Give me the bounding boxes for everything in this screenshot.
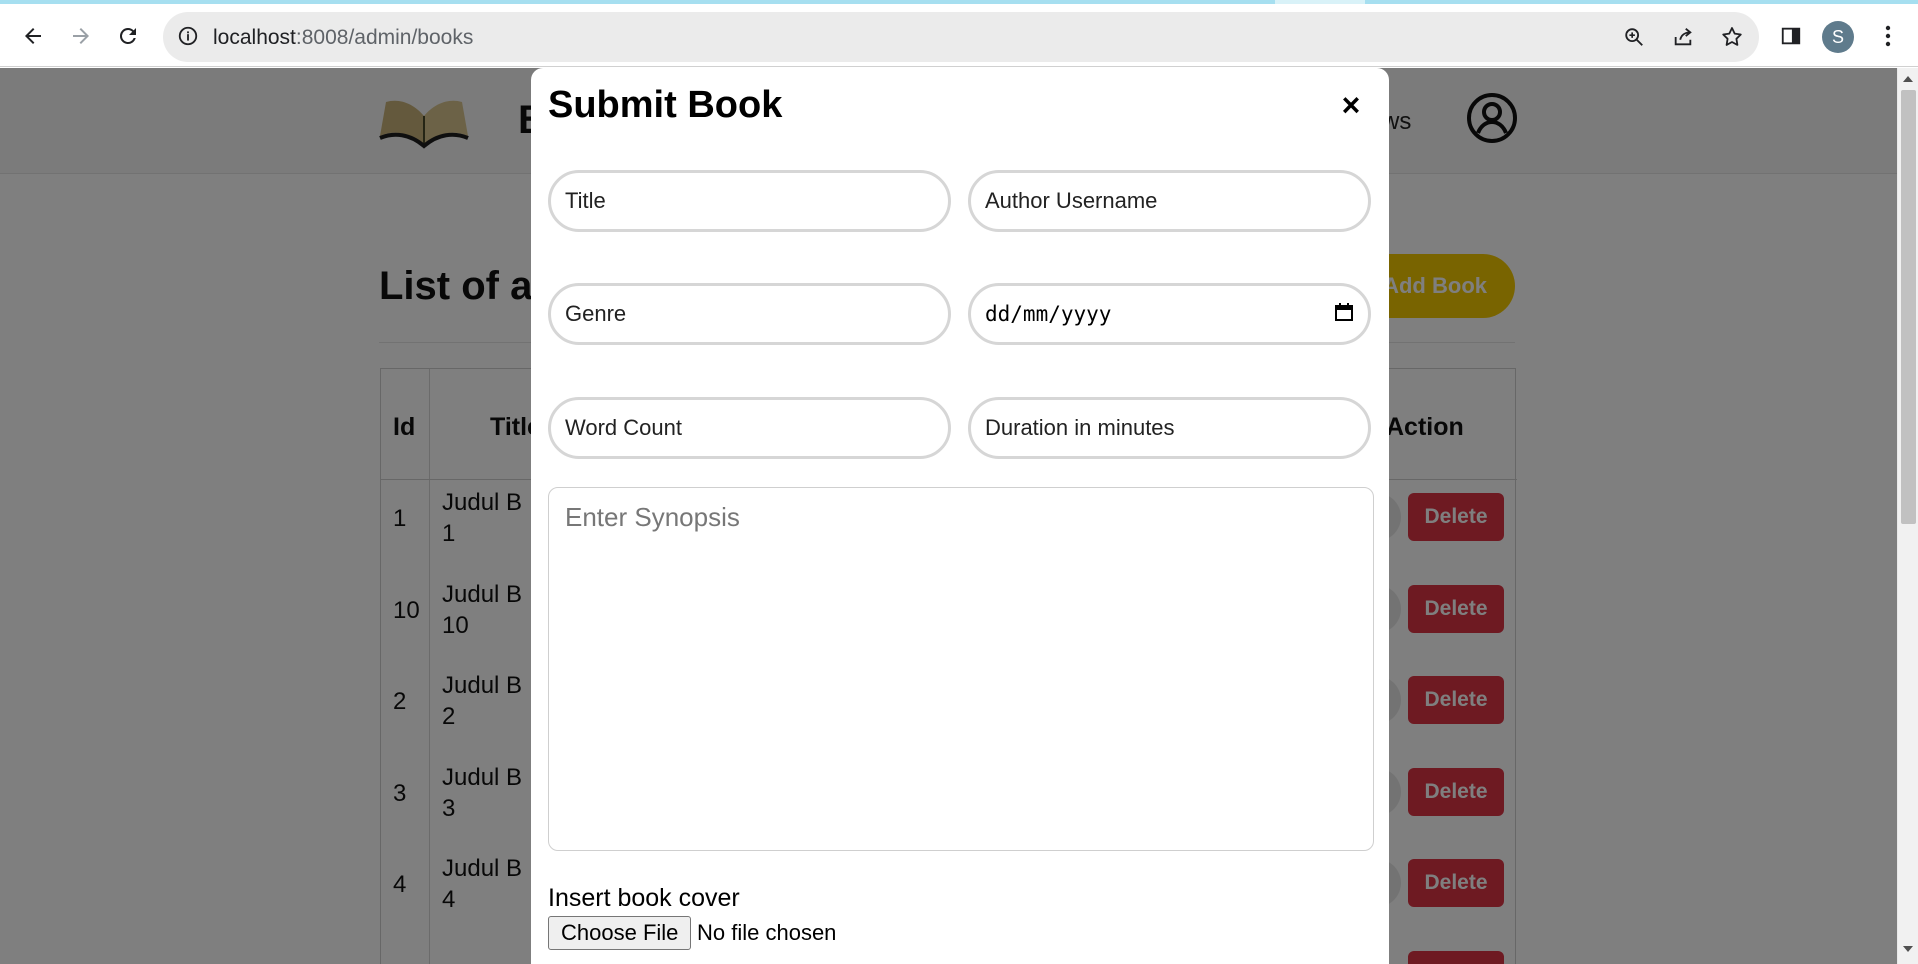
- page-scrollbar[interactable]: [1897, 68, 1918, 964]
- close-icon[interactable]: ×: [1335, 89, 1367, 122]
- submit-book-modal: Submit Book × dd/mm/yyyy Insert book cov…: [531, 68, 1389, 964]
- modal-title: Submit Book: [548, 84, 783, 126]
- bookmark-star-icon[interactable]: [1719, 24, 1745, 50]
- duration-input[interactable]: [968, 397, 1371, 459]
- reload-button[interactable]: [110, 18, 146, 54]
- word-count-input[interactable]: [548, 397, 951, 459]
- side-panel-button[interactable]: [1773, 18, 1809, 54]
- date-placeholder: dd/mm/yyyy: [985, 302, 1112, 326]
- address-bar[interactable]: localhost:8008/admin/books: [163, 12, 1759, 62]
- scrollbar-thumb[interactable]: [1901, 90, 1916, 524]
- forward-button[interactable]: [63, 18, 99, 54]
- title-input[interactable]: [548, 170, 951, 232]
- kebab-menu-icon: [1885, 25, 1891, 47]
- calendar-icon[interactable]: [1334, 302, 1354, 327]
- url-host: localhost: [213, 26, 296, 49]
- share-icon[interactable]: [1670, 24, 1696, 50]
- profile-avatar[interactable]: S: [1822, 21, 1854, 53]
- scroll-down-arrow-icon[interactable]: [1903, 946, 1913, 952]
- zoom-icon[interactable]: [1621, 24, 1647, 50]
- publish-date-input[interactable]: dd/mm/yyyy: [968, 283, 1371, 345]
- book-cover-label: Insert book cover: [548, 884, 740, 912]
- url-path: :8008/admin/books: [295, 26, 474, 49]
- back-button[interactable]: [15, 18, 51, 54]
- arrow-left-icon: [25, 28, 41, 44]
- side-panel-icon: [1781, 27, 1801, 45]
- scroll-up-arrow-icon[interactable]: [1903, 76, 1913, 82]
- arrow-right-icon: [73, 28, 89, 44]
- file-status-text: No file chosen: [697, 920, 837, 945]
- reload-icon: [119, 27, 136, 44]
- browser-menu-button[interactable]: [1870, 18, 1906, 54]
- genre-input[interactable]: [548, 283, 951, 345]
- info-icon[interactable]: [177, 25, 199, 52]
- browser-toolbar: localhost:8008/admin/books S: [0, 4, 1918, 67]
- choose-file-button[interactable]: Choose File: [548, 916, 692, 950]
- author-username-input[interactable]: [968, 170, 1371, 232]
- url-text: localhost:8008/admin/books: [213, 26, 473, 50]
- synopsis-textarea[interactable]: [548, 487, 1374, 851]
